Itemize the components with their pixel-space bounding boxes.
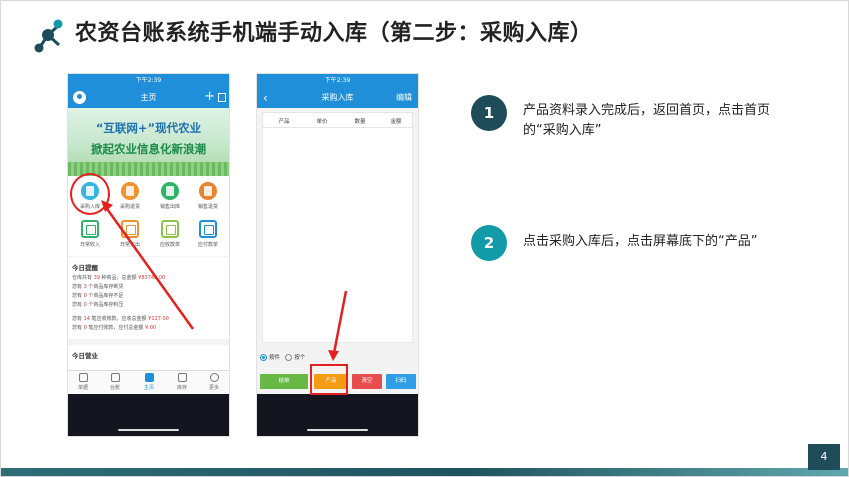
grid-item-purchase-return[interactable]: 采购退货: [112, 182, 148, 210]
reminder-line: 您有 3 个商品库存断货: [72, 284, 124, 290]
radio-selected-icon: [260, 354, 267, 361]
reminder-line: 您有 0 笔应付账款，应付总金额 ¥.00: [72, 325, 157, 331]
reminder-line: 您有 0 个商品库存不足: [72, 293, 124, 299]
bottom-band: [1, 468, 848, 476]
gesture-area: [257, 394, 418, 436]
status-bar: 下午2:39: [257, 74, 418, 88]
banner-line-1: “互联网+”现代农业: [95, 121, 202, 135]
status-bar: 下午2:39: [68, 74, 229, 88]
unit-radio-group: 按件 按个: [260, 353, 305, 361]
tab-documents[interactable]: 单据: [71, 373, 95, 391]
nav-title: 采购入库: [321, 93, 354, 102]
today-business: 今日营业: [68, 345, 229, 371]
column-header: 数量: [354, 119, 366, 125]
grid-item-sales-return[interactable]: 销售退货: [190, 182, 226, 210]
home-indicator[interactable]: [307, 429, 368, 431]
slide-title: 农资台账系统手机端手动入库（第二步：采购入库）: [75, 21, 593, 46]
page-number: 4: [808, 444, 840, 470]
slide: 农资台账系统手机端手动入库（第二步：采购入库） 下午2:39 主页 + “互联网…: [0, 0, 849, 477]
sales-out-icon: [161, 182, 179, 200]
scan-icon[interactable]: [218, 93, 226, 102]
radio-by-piece[interactable]: 按件: [260, 354, 280, 361]
reminder-line: 仓库共有 39 种商品，总金额 ¥83742.00: [72, 275, 166, 281]
gesture-area: [68, 394, 229, 436]
purchase-return-icon: [121, 182, 139, 200]
sales-return-icon: [199, 182, 217, 200]
tab-bar: 单据 台账 主页 库存 更多: [68, 370, 229, 394]
home-indicator[interactable]: [118, 429, 179, 431]
reminder-line: 您有 14 笔应收账款，应收总金额 ¥127.00: [72, 316, 169, 322]
grid-label: 日常收入: [79, 242, 100, 248]
radio-icon: [285, 354, 293, 361]
home-navbar: 主页 +: [68, 88, 229, 108]
banner-line-2: 掀起农业信息化新浪潮: [91, 142, 206, 156]
column-header: 金额: [390, 119, 402, 125]
document-icon: [78, 373, 88, 382]
home-icon: [144, 373, 154, 382]
step-2-badge: 2: [471, 225, 507, 261]
step-1-text: 产品资料录入完成后，返回首页，点击首页的“采购入库”: [523, 103, 771, 138]
grid-label: 销售出库: [159, 204, 180, 210]
clear-button[interactable]: 清空: [352, 374, 382, 389]
column-header: 产品: [278, 119, 290, 125]
highlight-circle: [70, 173, 110, 215]
grid-label: 应收款单: [159, 242, 180, 248]
today-title: 今日提醒: [72, 264, 98, 272]
checkout-button[interactable]: 结单: [260, 374, 308, 389]
calendar-icon: [199, 220, 217, 238]
grid-item-sales-out[interactable]: 销售出库: [152, 182, 188, 210]
grid-label: 应付款单: [197, 242, 218, 248]
grid-label: 采购退货: [119, 204, 140, 210]
ops-title: 今日营业: [72, 352, 98, 360]
scan-button[interactable]: 扫码: [386, 374, 416, 389]
reminder-line: 您有 0 个商品库存积压: [72, 302, 124, 308]
today-reminders: 今日提醒 仓库共有 39 种商品，总金额 ¥83742.00 您有 3 个商品库…: [68, 257, 229, 339]
column-header: 单价: [316, 119, 328, 125]
tab-inventory[interactable]: 库存: [170, 373, 194, 391]
share-network-icon: [34, 19, 63, 53]
grid-label: 销售退货: [197, 204, 218, 210]
grid-item-payable[interactable]: 应付款单: [190, 220, 226, 248]
tab-home[interactable]: 主页: [137, 373, 161, 391]
purchase-navbar: ‹ 采购入库 编辑: [257, 88, 418, 108]
table-body: [262, 128, 413, 343]
grid-item-daily-expense[interactable]: 日常支出: [112, 220, 148, 248]
ledger-icon: [110, 373, 120, 382]
grid-item-receivable[interactable]: 应收款单: [152, 220, 188, 248]
edit-button[interactable]: 编辑: [396, 92, 412, 103]
daily-expense-icon: [121, 220, 139, 238]
step-1-badge: 1: [471, 95, 507, 131]
tab-more[interactable]: 更多: [202, 373, 226, 391]
phone-home-screen: 下午2:39 主页 + “互联网+”现代农业 掀起农业信息化新浪潮 采购入库 采…: [67, 73, 230, 437]
inventory-icon: [177, 373, 187, 382]
table-header: 产品 单价 数量 金额: [262, 112, 413, 128]
plus-icon[interactable]: +: [204, 89, 215, 105]
grid-item-daily-income[interactable]: 日常收入: [72, 220, 108, 248]
tab-ledger[interactable]: 台账: [103, 373, 127, 391]
promo-banner: “互联网+”现代农业 掀起农业信息化新浪潮: [68, 108, 229, 176]
step-2-text: 点击采购入库后，点击屏幕底下的“产品”: [523, 234, 758, 249]
grid-label: 日常支出: [119, 242, 140, 248]
highlight-rectangle: [310, 364, 348, 395]
radio-by-unit[interactable]: 按个: [285, 354, 305, 361]
receivable-icon: [161, 220, 179, 238]
more-icon: [209, 373, 219, 382]
daily-income-icon: [81, 220, 99, 238]
